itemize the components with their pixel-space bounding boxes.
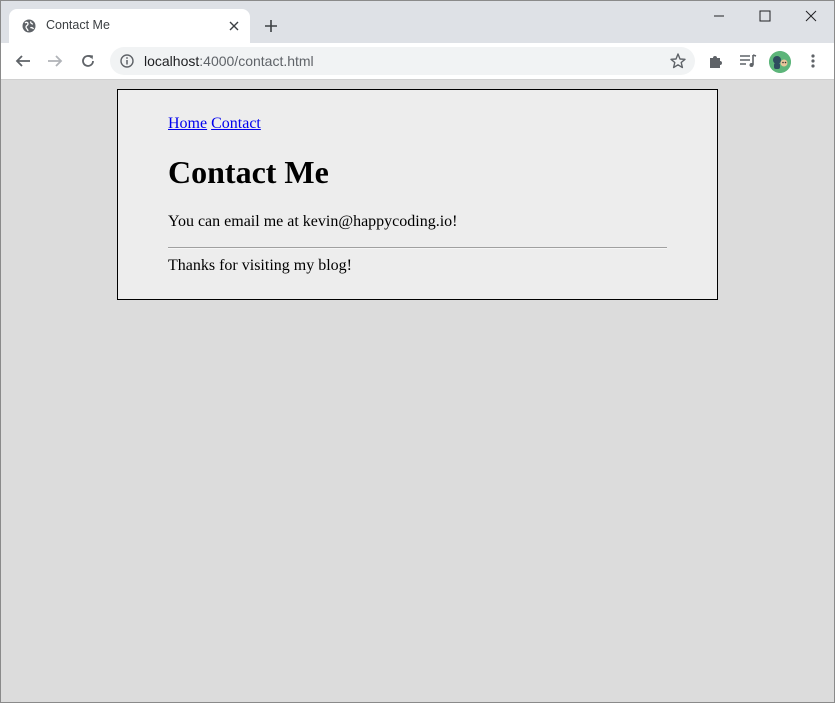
maximize-button[interactable]	[742, 1, 788, 31]
url-path: :4000/contact.html	[199, 53, 314, 69]
page-title: Contact Me	[168, 154, 329, 190]
browser-window: Contact Me localhost:4000/contact.html H…	[0, 0, 835, 703]
star-icon[interactable]	[669, 52, 687, 70]
browser-toolbar: localhost:4000/contact.html	[1, 43, 834, 80]
tab-strip: Contact Me	[1, 1, 834, 43]
extensions-button[interactable]	[702, 47, 730, 75]
url-text[interactable]: localhost:4000/contact.html	[144, 53, 314, 69]
page-nav: Home Contact	[168, 115, 261, 133]
globe-icon	[22, 19, 36, 33]
tab-contact[interactable]: Contact Me	[9, 9, 250, 43]
arrow-left-icon	[15, 55, 30, 67]
maximize-icon	[759, 10, 771, 22]
reading-list-button[interactable]	[734, 47, 762, 75]
footer-text: Thanks for visiting my blog!	[168, 257, 352, 274]
forward-button[interactable]	[41, 47, 69, 75]
minimize-icon	[714, 15, 724, 17]
nav-link-contact[interactable]: Contact	[211, 115, 261, 132]
close-window-button[interactable]	[788, 1, 834, 31]
email-paragraph: You can email me at kevin@happycoding.io…	[168, 213, 458, 230]
kebab-menu-icon	[811, 54, 815, 68]
info-icon[interactable]	[120, 54, 134, 68]
menu-button[interactable]	[799, 47, 827, 75]
nav-link-home[interactable]: Home	[168, 115, 207, 132]
close-icon[interactable]	[226, 18, 242, 34]
new-tab-button[interactable]	[260, 15, 282, 37]
reading-list-icon	[740, 54, 757, 67]
address-bar[interactable]: localhost:4000/contact.html	[110, 47, 695, 75]
content-box: Home Contact Contact Me You can email me…	[117, 89, 718, 300]
horizontal-rule	[168, 247, 667, 249]
reload-button[interactable]	[74, 47, 102, 75]
avatar[interactable]	[769, 51, 791, 73]
minimize-button[interactable]	[696, 1, 742, 31]
page-viewport: Home Contact Contact Me You can email me…	[1, 80, 834, 702]
reload-icon	[82, 55, 94, 67]
back-button[interactable]	[9, 47, 37, 75]
close-icon	[805, 10, 817, 22]
tab-title: Contact Me	[46, 18, 110, 32]
url-host: localhost	[144, 53, 200, 69]
plus-icon	[265, 20, 277, 32]
puzzle-icon	[710, 56, 722, 68]
arrow-right-icon	[48, 55, 63, 67]
